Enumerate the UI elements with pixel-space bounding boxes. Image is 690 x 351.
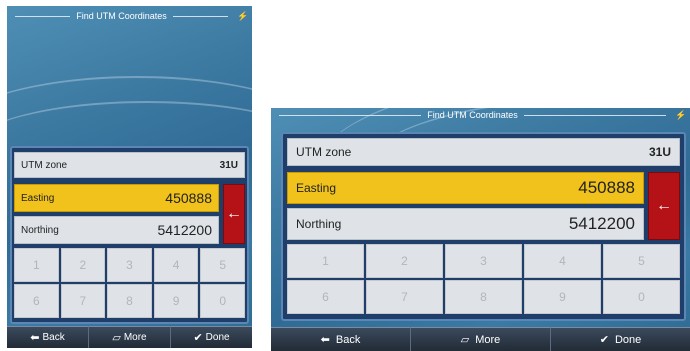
title-divider bbox=[523, 114, 667, 116]
keypad-key[interactable]: 5 bbox=[603, 244, 680, 278]
more-button[interactable]: ▱ More bbox=[411, 327, 551, 351]
northing-field[interactable]: Northing 5412200 bbox=[287, 208, 644, 240]
arrow-left-icon: ← bbox=[226, 205, 242, 222]
easting-value: 450888 bbox=[165, 190, 212, 206]
keypad-key[interactable]: 6 bbox=[287, 280, 364, 314]
keypad-key[interactable]: 3 bbox=[107, 248, 152, 282]
utm-zone-label: UTM zone bbox=[21, 159, 68, 171]
keypad-key[interactable]: 2 bbox=[366, 244, 443, 278]
title-bar: Find UTM Coordinates ⚡ bbox=[7, 6, 252, 26]
done-label: Done bbox=[205, 332, 230, 343]
checkmark-icon: ✔ bbox=[599, 334, 609, 346]
keypad-key[interactable]: 0 bbox=[200, 284, 245, 318]
bottom-toolbar: ⬅ Back ▱ More ✔ Done bbox=[7, 326, 252, 348]
easting-label: Easting bbox=[296, 181, 337, 195]
back-label: Back bbox=[42, 332, 65, 343]
title-divider bbox=[172, 15, 229, 17]
keypad-key[interactable]: 2 bbox=[60, 248, 106, 282]
easting-label: Easting bbox=[21, 192, 55, 204]
more-icon: ▱ bbox=[112, 332, 121, 344]
northing-value: 5412200 bbox=[157, 222, 212, 238]
arrow-left-icon: ← bbox=[656, 197, 672, 214]
keypad-key[interactable]: 4 bbox=[524, 244, 601, 278]
keypad-key[interactable]: 6 bbox=[14, 284, 59, 318]
done-label: Done bbox=[614, 333, 642, 346]
arrow-left-icon: ⬅ bbox=[30, 332, 40, 344]
easting-value: 450888 bbox=[578, 178, 635, 197]
landscape-screen: Find UTM Coordinates ⚡ UTM zone 31U East… bbox=[271, 108, 690, 351]
keypad-key[interactable]: 3 bbox=[445, 244, 522, 278]
utm-zone-field[interactable]: UTM zone 31U bbox=[14, 152, 245, 178]
done-button[interactable]: ✔ Done bbox=[171, 326, 252, 348]
utm-zone-field[interactable]: UTM zone 31U bbox=[287, 138, 680, 166]
portrait-screen: Find UTM Coordinates ⚡ UTM zone 31U East… bbox=[7, 6, 252, 348]
easting-field[interactable]: Easting 450888 bbox=[14, 184, 219, 212]
confirm-arrow-button[interactable]: ← bbox=[223, 184, 245, 244]
keypad-key[interactable]: 1 bbox=[14, 248, 59, 282]
keypad-key[interactable]: 4 bbox=[153, 248, 199, 282]
checkmark-icon: ✔ bbox=[193, 332, 203, 344]
keypad: 1 2 3 4 5 6 7 8 9 0 bbox=[14, 248, 245, 318]
northing-value: 5412200 bbox=[568, 214, 635, 233]
keypad-key[interactable]: 9 bbox=[153, 284, 199, 318]
keypad-key[interactable]: 8 bbox=[107, 284, 152, 318]
page-title: Find UTM Coordinates bbox=[76, 11, 167, 21]
more-label: More bbox=[123, 332, 147, 343]
done-button[interactable]: ✔ Done bbox=[551, 327, 690, 351]
northing-label: Northing bbox=[21, 224, 59, 236]
title-bar: Find UTM Coordinates ⚡ bbox=[271, 108, 690, 122]
keypad-key[interactable]: 5 bbox=[200, 248, 245, 282]
northing-label: Northing bbox=[296, 217, 342, 231]
more-button[interactable]: ▱ More bbox=[89, 326, 171, 348]
more-icon: ▱ bbox=[460, 334, 470, 346]
title-divider bbox=[279, 114, 422, 116]
keypad-key[interactable]: 1 bbox=[287, 244, 364, 278]
more-label: More bbox=[475, 333, 501, 346]
confirm-arrow-button[interactable]: ← bbox=[648, 172, 680, 240]
keypad-key[interactable]: 9 bbox=[524, 280, 601, 314]
keypad-key[interactable]: 0 bbox=[603, 280, 680, 314]
utm-zone-value: 31U bbox=[648, 145, 671, 159]
back-button[interactable]: ⬅ Back bbox=[271, 327, 411, 351]
back-label: Back bbox=[335, 333, 361, 346]
bottom-toolbar: ⬅ Back ▱ More ✔ Done bbox=[271, 327, 690, 351]
northing-field[interactable]: Northing 5412200 bbox=[14, 216, 219, 244]
keypad-key[interactable]: 8 bbox=[445, 280, 522, 314]
arrow-left-icon: ⬅ bbox=[320, 334, 330, 346]
utm-entry-panel: UTM zone 31U Easting 450888 Northing 541… bbox=[281, 132, 686, 321]
page-title: Find UTM Coordinates bbox=[427, 110, 518, 120]
back-button[interactable]: ⬅ Back bbox=[7, 326, 89, 348]
keypad-key[interactable]: 7 bbox=[366, 280, 443, 314]
utm-zone-value: 31U bbox=[219, 159, 238, 171]
utm-entry-panel: UTM zone 31U Easting 450888 Northing 541… bbox=[10, 146, 249, 324]
satellite-icon: ⚡ bbox=[675, 109, 687, 120]
keypad-key[interactable]: 7 bbox=[60, 284, 106, 318]
keypad: 1 2 3 4 5 6 7 8 9 0 bbox=[287, 244, 680, 314]
easting-field[interactable]: Easting 450888 bbox=[287, 172, 644, 204]
satellite-icon: ⚡ bbox=[237, 10, 249, 21]
title-divider bbox=[15, 15, 71, 17]
utm-zone-label: UTM zone bbox=[296, 145, 352, 159]
